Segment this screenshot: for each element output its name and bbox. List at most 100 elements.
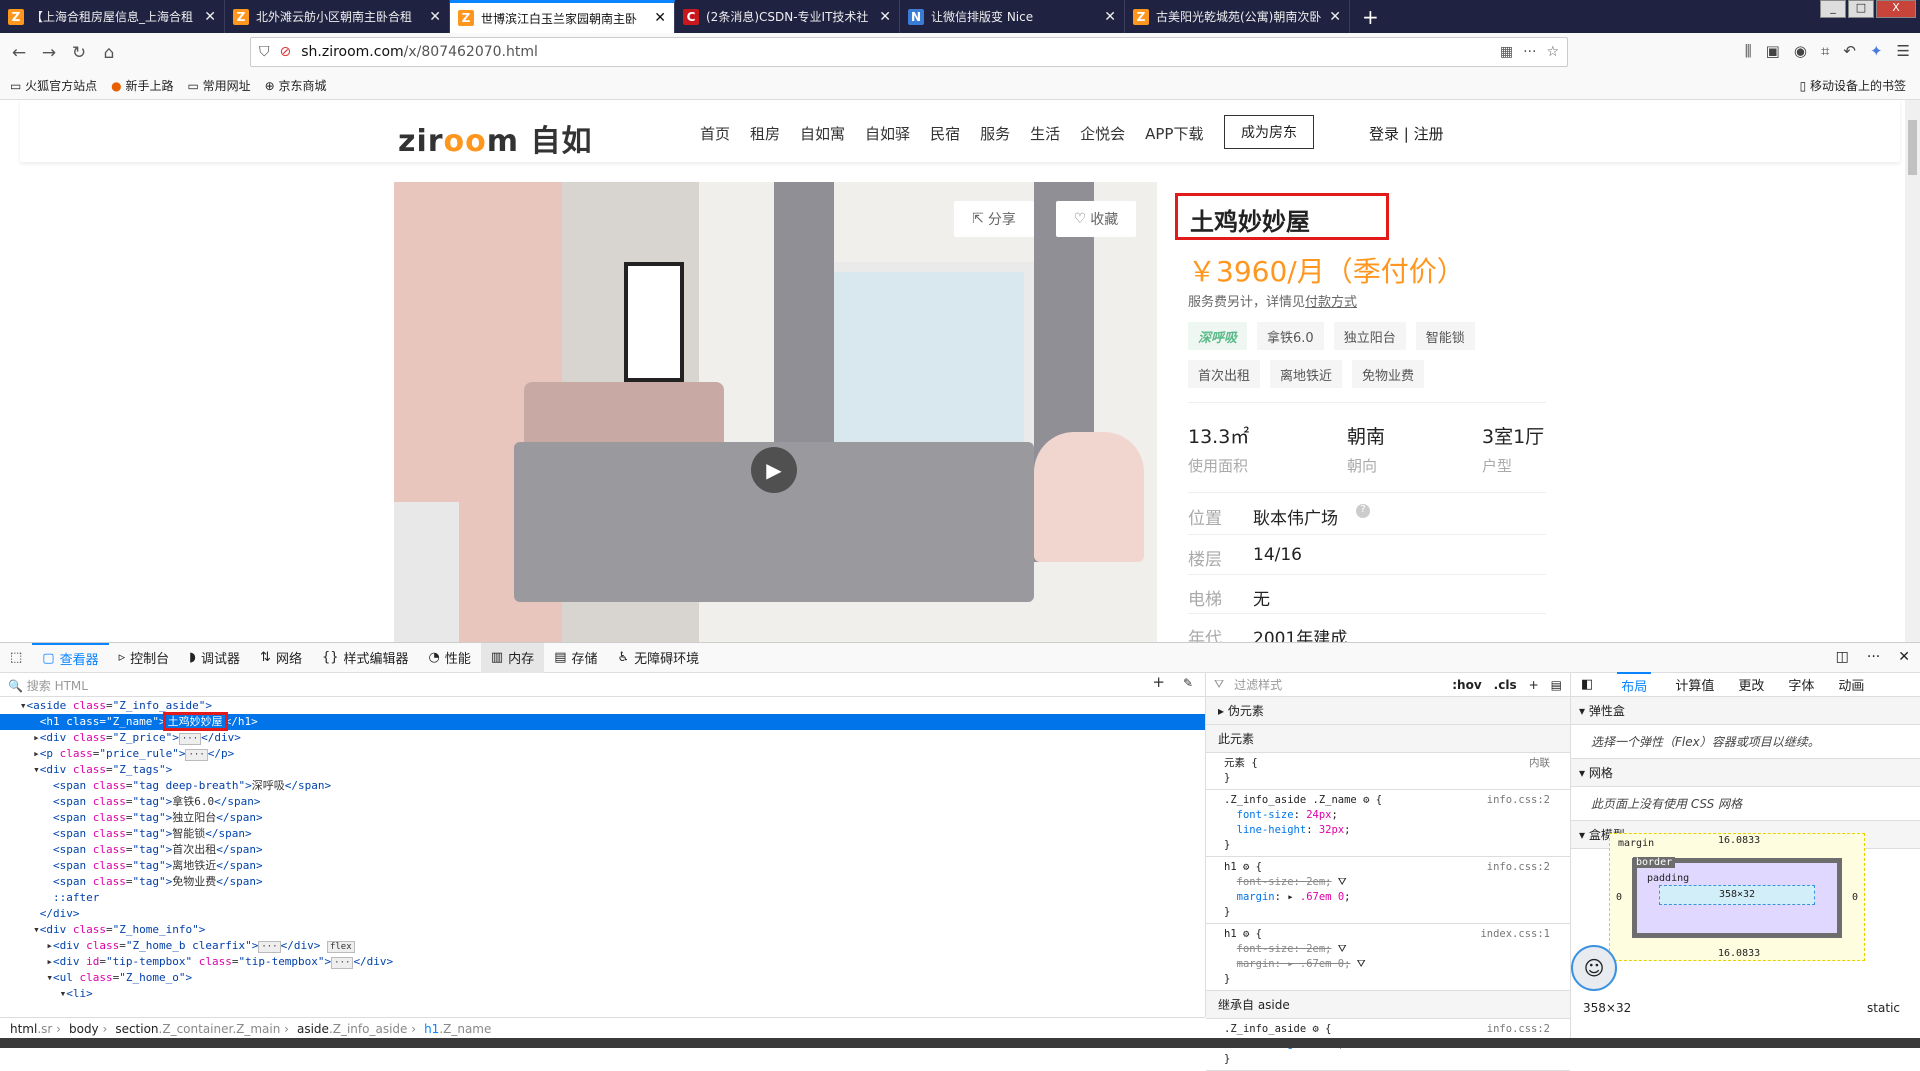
margin-right[interactable]: 0 [1852,892,1858,903]
add-node-icon[interactable]: + [1152,673,1165,691]
devtools-tab[interactable]: ▤ 存储 [544,643,607,673]
help-icon[interactable]: ? [1356,504,1370,518]
devtools-tab[interactable]: ▹ 控制台 [109,643,180,673]
new-tab-button[interactable]: + [1350,0,1391,33]
dock-icon[interactable]: ◫ [1836,649,1849,665]
login-link[interactable]: 登录 [1369,125,1399,143]
breadcrumb-item[interactable]: aside.Z_info_aside › [297,1022,416,1036]
mobile-bookmarks[interactable]: ▯ 移动设备上的书签 [1800,77,1906,94]
assistant-avatar[interactable]: ☺ [1571,945,1617,991]
layout-tab[interactable]: 字体 [1788,675,1814,694]
screenshot-icon[interactable]: ⌗ [1821,42,1829,60]
play-video-button[interactable]: ▶ [751,447,797,493]
become-owner-button[interactable]: 成为房东 [1224,115,1314,149]
favorite-button[interactable]: ♡ 收藏 [1056,201,1136,237]
bookmark-item[interactable]: ⊕ 京东商城 [265,77,327,94]
extension-icon[interactable]: ✦ [1870,42,1883,60]
pseudo-elements[interactable]: 伪元素 [1228,704,1264,718]
css-rule[interactable]: h1 ⚙ {index.css:1 font-size: 2em; ⛛ marg… [1206,924,1570,991]
close-tab-icon[interactable]: ✕ [1104,9,1116,25]
browser-tab[interactable]: Z 世博滨江白玉兰家园朝南主卧 ✕ [450,0,675,33]
browser-tab[interactable]: Z 北外滩云舫小区朝南主卧合租 ✕ [225,0,450,33]
qr-icon[interactable]: ▦ [1500,44,1513,60]
html-tree[interactable]: ▾<aside class="Z_info_aside"> <h1 class=… [0,698,1205,1002]
devtools-tab[interactable]: ♿ 无障碍环境 [608,643,710,673]
page-scrollbar[interactable] [1905,100,1920,642]
menu-item[interactable]: 民宿 [930,123,960,144]
maximize-button[interactable]: □ [1848,0,1874,18]
browser-tab[interactable]: Z 【上海合租房屋信息_上海合租 ✕ [0,0,225,33]
breadcrumb-item[interactable]: body › [69,1022,107,1036]
share-button[interactable]: ⇱ 分享 [954,201,1034,237]
undo-icon[interactable]: ↶ [1843,42,1856,60]
close-window-button[interactable]: X [1876,0,1916,18]
print-icon[interactable]: ▤ [1551,678,1562,692]
filter-styles-input[interactable]: 过滤样式 [1234,676,1282,693]
back-icon[interactable]: ← [4,43,34,63]
cls-button[interactable]: .cls [1494,678,1517,692]
devtools-tab[interactable]: ▢ 查看器 [32,642,109,673]
url-bar[interactable]: ⛉ ⊘ sh.ziroom.com/x/807462070.html ▦ ···… [250,37,1568,67]
margin-left[interactable]: 0 [1616,892,1622,903]
devtools-tab[interactable]: ◗ 调试器 [179,643,250,673]
layout-tab[interactable]: 更改 [1738,675,1764,694]
flexbox-section[interactable]: 弹性盒 [1589,704,1625,718]
menu-item[interactable]: APP下载 [1145,123,1203,144]
sidebar-toggle-icon[interactable]: ◧ [1581,677,1593,692]
hov-button[interactable]: :hov [1452,678,1481,692]
payment-link[interactable]: 付款方式 [1305,295,1357,310]
library-icon[interactable]: ⫼ [1745,42,1752,60]
bookmark-item[interactable]: ● 新手上路 [111,77,173,94]
browser-tab[interactable]: Z 古美阳光乾城苑(公寓)朝南次卧 ✕ [1125,0,1350,33]
close-tab-icon[interactable]: ✕ [204,9,216,25]
bookmark-item[interactable]: ▭ 常用网址 [188,77,251,94]
menu-item[interactable]: 自如寓 [800,123,845,144]
breadcrumb-item[interactable]: html.sr › [10,1022,61,1036]
devtools-tab[interactable]: ⇅ 网络 [250,643,312,673]
margin-top[interactable]: 16.0833 [1718,835,1760,846]
minimize-button[interactable]: _ [1820,0,1846,18]
breadcrumb-item[interactable]: section.Z_container.Z_main › [115,1022,289,1036]
room-photo[interactable] [394,182,1157,642]
selected-node[interactable]: <h1 class="Z_name"> 土鸡妙妙屋 </h1> [0,712,1205,731]
layout-tab[interactable]: 布局 [1617,672,1652,697]
menu-item[interactable]: 首页 [700,123,730,144]
search-html-input[interactable]: 🔍 搜索 HTML + ✎ [0,673,1205,697]
devtools-tab[interactable]: {} 样式编辑器 [312,643,419,673]
menu-item[interactable]: 生活 [1030,123,1060,144]
css-rule[interactable]: h1 ⚙ {info.css:2 font-size: 2em; ⛛ margi… [1206,857,1570,924]
close-tab-icon[interactable]: ✕ [654,10,666,26]
menu-item[interactable]: 企悦会 [1080,123,1125,144]
grid-section[interactable]: 网格 [1589,766,1613,780]
star-icon[interactable]: ☆ [1546,44,1559,60]
margin-bottom[interactable]: 16.0833 [1718,948,1760,959]
layout-tab[interactable]: 计算值 [1675,675,1714,694]
element-picker-icon[interactable]: ⬚ [0,643,32,673]
menu-item[interactable]: 租房 [750,123,780,144]
register-link[interactable]: 注册 [1414,125,1444,143]
devtools-tab[interactable]: ◔ 性能 [419,643,481,673]
menu-item[interactable]: 自如驿 [865,123,910,144]
home-icon[interactable]: ⌂ [94,43,124,63]
more-icon[interactable]: ··· [1523,44,1536,60]
css-rule[interactable]: .Z_info_aside .Z_name ⚙ {info.css:2 font… [1206,790,1570,857]
devtools-tab[interactable]: ▥ 内存 [480,642,545,673]
more-icon[interactable]: ··· [1867,649,1880,665]
css-rule[interactable]: 元素 {内联} [1206,753,1570,790]
browser-tab[interactable]: C (2条消息)CSDN-专业IT技术社 ✕ [675,0,900,33]
bookmark-item[interactable]: ▭ 火狐官方站点 [10,77,97,94]
reload-icon[interactable]: ↻ [64,43,94,63]
close-tab-icon[interactable]: ✕ [1329,9,1341,25]
close-icon[interactable]: ✕ [1898,649,1910,665]
browser-tab[interactable]: N 让微信排版变 Nice ✕ [900,0,1125,33]
forward-icon[interactable]: → [34,43,64,63]
breadcrumb-item[interactable]: h1.Z_name [424,1022,491,1036]
sidebar-icon[interactable]: ▣ [1766,42,1780,60]
eyedropper-icon[interactable]: ✎ [1183,676,1193,690]
account-icon[interactable]: ◉ [1794,42,1807,60]
close-tab-icon[interactable]: ✕ [429,9,441,25]
close-tab-icon[interactable]: ✕ [879,9,891,25]
ziroom-logo[interactable]: ziroom 自如 [398,116,593,160]
menu-item[interactable]: 服务 [980,123,1010,144]
add-rule-icon[interactable]: + [1529,678,1539,692]
